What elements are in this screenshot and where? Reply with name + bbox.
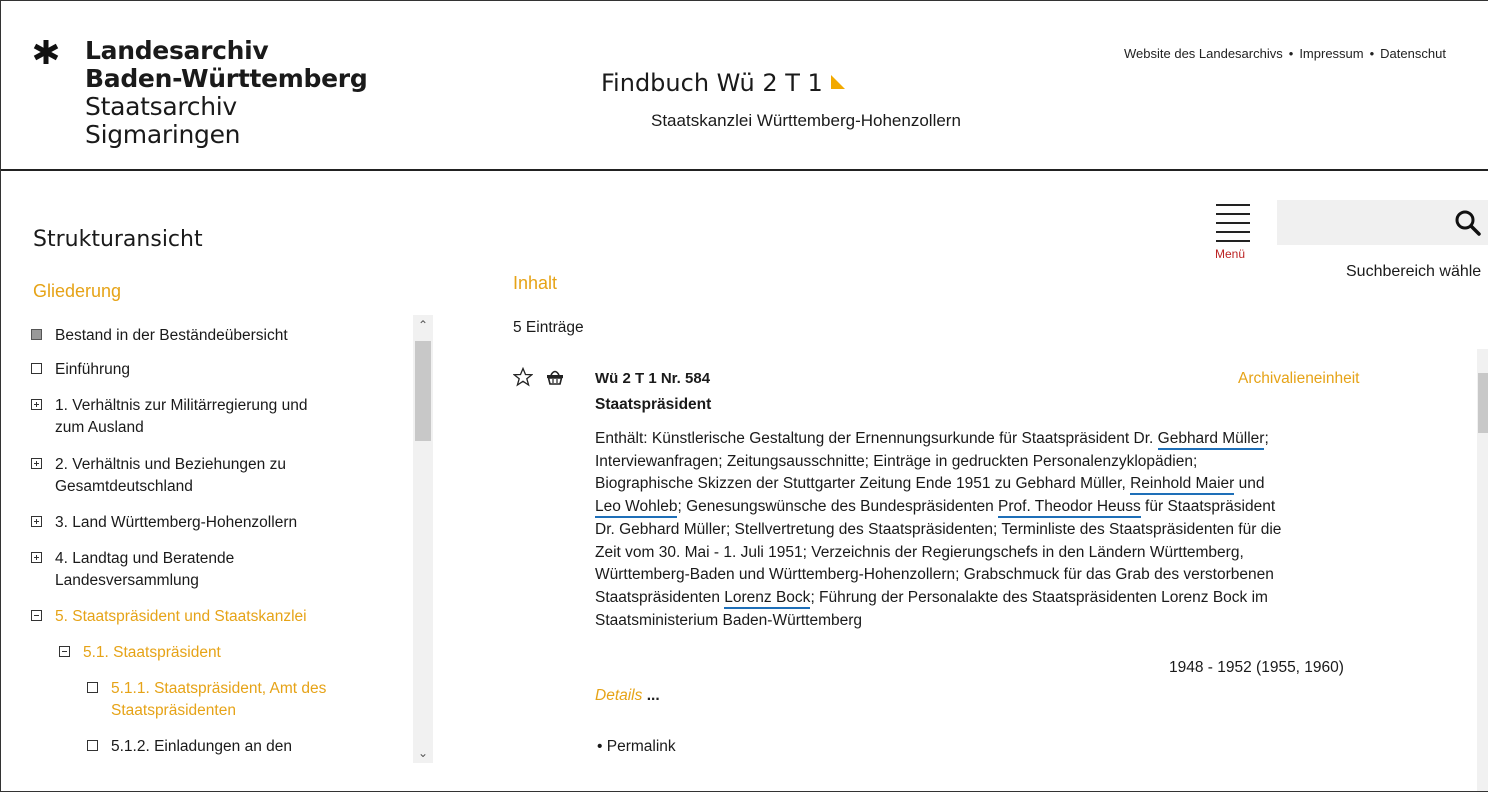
description-line: Biographische Skizzen der Stuttgarter Ze…	[595, 473, 1385, 496]
tree-label-line: zum Ausland	[55, 419, 144, 436]
logo-line-staatsarchiv: Staatsarchiv	[85, 92, 237, 121]
text-segment: Biographische Skizzen der Stuttgarter Ze…	[595, 475, 1131, 493]
scroll-down-icon[interactable]: ⌄	[417, 747, 429, 759]
permalink-label[interactable]: Permalink	[607, 738, 676, 755]
page-frame: Landesarchiv Baden-Württemberg Staatsarc…	[0, 0, 1488, 792]
text-segment: Zeit vom 30. Mai - 1. Juli 1951; Verzeic…	[595, 543, 1244, 561]
entry-signature[interactable]: Wü 2 T 1 Nr. 584	[595, 370, 710, 387]
description-line: Württemberg-Baden und Württemberg-Hohenz…	[595, 564, 1385, 587]
empty-square-icon	[87, 682, 98, 693]
title-marker-icon	[830, 75, 845, 89]
top-links: Website des Landesarchivs • Impressum • Date…	[1124, 46, 1446, 61]
link-datenschutz[interactable]: Datenschut	[1380, 46, 1446, 61]
collapse-minus-icon[interactable]	[59, 646, 70, 657]
person-link-gebhard-mueller[interactable]: Gebhard Müller	[1157, 430, 1265, 450]
entry-description: Enthält: Künstlerische Gestaltung der Er…	[595, 428, 1385, 632]
empty-square-icon	[87, 740, 98, 751]
expand-plus-icon[interactable]	[31, 399, 42, 410]
description-line: Dr. Gebhard Müller; Stellvertretung des …	[595, 519, 1385, 542]
expand-plus-icon[interactable]	[31, 516, 42, 527]
sidebar-scrollbar[interactable]: ⌃ ⌄	[413, 315, 433, 763]
entry-date-range: 1948 - 1952 (1955, 1960)	[1169, 659, 1344, 676]
text-segment: Interviewanfragen; Zeitungsausschnitte; …	[595, 452, 1198, 470]
description-line: Leo Wohleb; Genesungswünsche des Bundesp…	[595, 496, 1385, 519]
collapse-minus-icon[interactable]	[31, 610, 42, 621]
person-link-leo-wohleb[interactable]: Leo Wohleb	[595, 498, 678, 519]
person-link-theodor-heuss[interactable]: Prof. Theodor Heuss	[998, 498, 1141, 519]
sidebar-subheading: Gliederung	[33, 281, 122, 301]
content-scrollbar[interactable]	[1477, 349, 1488, 791]
text-segment: ; Genesungswünsche des Bundespräsidenten	[677, 498, 999, 516]
logo-line-sigmaringen: Sigmaringen	[85, 120, 241, 149]
scrollbar-thumb[interactable]	[415, 341, 431, 441]
person-link-lorenz-bock[interactable]: Lorenz Bock	[724, 588, 811, 609]
description-line: Enthält: Künstlerische Gestaltung der Er…	[595, 428, 1385, 451]
text-segment: Württemberg-Baden und Württemberg-Hohenz…	[595, 566, 1274, 584]
tree-label-line: 2. Verhältnis und Beziehungen zu	[55, 456, 286, 473]
details-label[interactable]: Details	[595, 687, 642, 704]
page-title-text: Findbuch Wü 2 T 1	[601, 69, 823, 97]
tree-label-line: 1. Verhältnis zur Militärregierung und	[55, 397, 308, 414]
page-title: Findbuch Wü 2 T 1	[601, 69, 845, 97]
page-header: Landesarchiv Baden-Württemberg Staatsarc…	[1, 1, 1488, 171]
description-line: Staatspräsidenten Lorenz Bock; Führung d…	[595, 587, 1385, 610]
menu-icon[interactable]	[1216, 202, 1252, 242]
text-segment: Staatsministerium Baden-Württemberg	[595, 611, 863, 629]
entry-type: Archivalieneinheit	[1238, 370, 1360, 387]
sidebar-heading: Strukturansicht	[33, 227, 203, 252]
description-line: Zeit vom 30. Mai - 1. Juli 1951; Verzeic…	[595, 542, 1385, 565]
text-segment: ; Führung der Personalakte des Staatsprä…	[810, 588, 1268, 606]
text-segment: und	[1234, 475, 1265, 493]
entry-title: Staatspräsident	[595, 396, 712, 413]
text-segment: Staatspräsidenten	[595, 588, 725, 606]
search-icon[interactable]	[1453, 208, 1483, 238]
scrollbar-thumb[interactable]	[1478, 373, 1488, 433]
logo-line-landesarchiv: Landesarchiv	[85, 36, 269, 65]
tree-label-line: Staatspräsidenten	[111, 702, 236, 719]
entry-count: 5 Einträge	[513, 319, 584, 336]
person-link-reinhold-maier[interactable]: Reinhold Maier	[1130, 475, 1235, 496]
link-separator: •	[1288, 46, 1294, 61]
scroll-up-icon[interactable]: ⌃	[417, 319, 429, 331]
details-ellipsis: ...	[646, 687, 660, 704]
link-impressum[interactable]: Impressum	[1299, 46, 1363, 61]
expand-plus-icon[interactable]	[31, 458, 42, 469]
logo-line-bw: Baden-Württemberg	[85, 64, 368, 93]
description-line: Interviewanfragen; Zeitungsausschnitte; …	[595, 451, 1385, 474]
tree-label-line: 4. Landtag und Beratende	[55, 550, 235, 567]
filled-square-icon	[31, 329, 42, 340]
tree-label-line: Gesamtdeutschland	[55, 478, 193, 495]
details-link[interactable]: Details ...	[595, 687, 660, 705]
star-icon[interactable]	[513, 367, 533, 387]
menu-label[interactable]: Menü	[1215, 247, 1245, 261]
link-website[interactable]: Website des Landesarchivs	[1124, 46, 1283, 61]
content-heading: Inhalt	[513, 273, 558, 293]
basket-icon[interactable]	[545, 367, 565, 387]
archive-star-icon	[33, 40, 59, 64]
text-segment: für Staatspräsident	[1140, 498, 1276, 516]
page-subtitle: Staatskanzlei Württemberg-Hohenzollern	[651, 111, 961, 130]
structure-tree: Bestand in der Beständeübersicht Einführ…	[31, 319, 411, 769]
text-segment: Dr. Gebhard Müller; Stellvertretung des …	[595, 520, 1282, 538]
text-segment: ;	[1264, 430, 1269, 447]
link-separator: •	[1369, 46, 1375, 61]
expand-plus-icon[interactable]	[31, 552, 42, 563]
tree-label-line: 5.1.1. Staatspräsident, Amt des	[111, 680, 327, 697]
text-segment: Enthält: Künstlerische Gestaltung der Er…	[595, 430, 1158, 447]
tree-label-line: Landesversammlung	[55, 572, 199, 589]
search-scope-selector[interactable]: Suchbereich wähle	[1346, 263, 1481, 281]
description-line: Staatsministerium Baden-Württemberg	[595, 610, 1385, 633]
permalink-item[interactable]: • Permalink	[597, 738, 676, 756]
empty-square-icon	[31, 363, 42, 374]
